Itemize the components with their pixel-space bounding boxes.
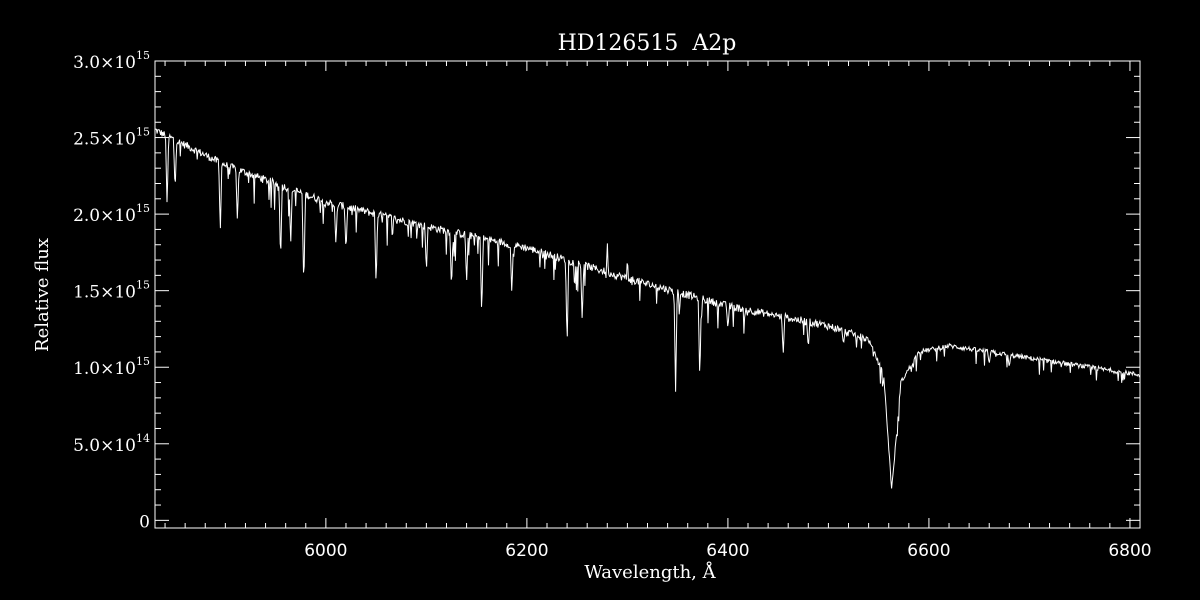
y-axis-label: Relative flux xyxy=(32,238,53,352)
y-tick-label: 3.0×1015 xyxy=(73,49,150,73)
y-tick-label: 0 xyxy=(139,512,150,532)
x-tick-label: 6000 xyxy=(304,541,347,561)
y-tick-label: 2.5×1015 xyxy=(73,126,150,150)
x-tick-label: 6200 xyxy=(505,541,548,561)
x-tick-label: 6600 xyxy=(907,541,950,561)
x-axis-label: Wavelength, Å xyxy=(584,561,716,583)
spectrum-line xyxy=(154,128,1141,489)
plot-frame xyxy=(154,60,1141,529)
y-tick-label: 1.0×1015 xyxy=(73,355,150,379)
plot-border xyxy=(154,60,1141,529)
series xyxy=(154,128,1141,489)
y-tick-label: 1.5×1015 xyxy=(73,279,150,303)
x-tick-label: 6400 xyxy=(706,541,749,561)
chart-title: HD126515 A2p xyxy=(558,31,737,56)
spectrum-chart: HD126515 A2p 6000 6200 6400 6600 6800 0 5.0×1… xyxy=(32,31,1152,583)
y-axis: 0 5.0×1014 1.0×1015 1.5×1015 2.0×1015 2.5×101… xyxy=(73,49,1140,532)
y-tick-label: 2.0×1015 xyxy=(73,202,150,226)
x-axis: 6000 6200 6400 6600 6800 xyxy=(164,61,1152,561)
x-tick-label: 6800 xyxy=(1108,541,1151,561)
y-tick-label: 5.0×1014 xyxy=(73,432,150,456)
